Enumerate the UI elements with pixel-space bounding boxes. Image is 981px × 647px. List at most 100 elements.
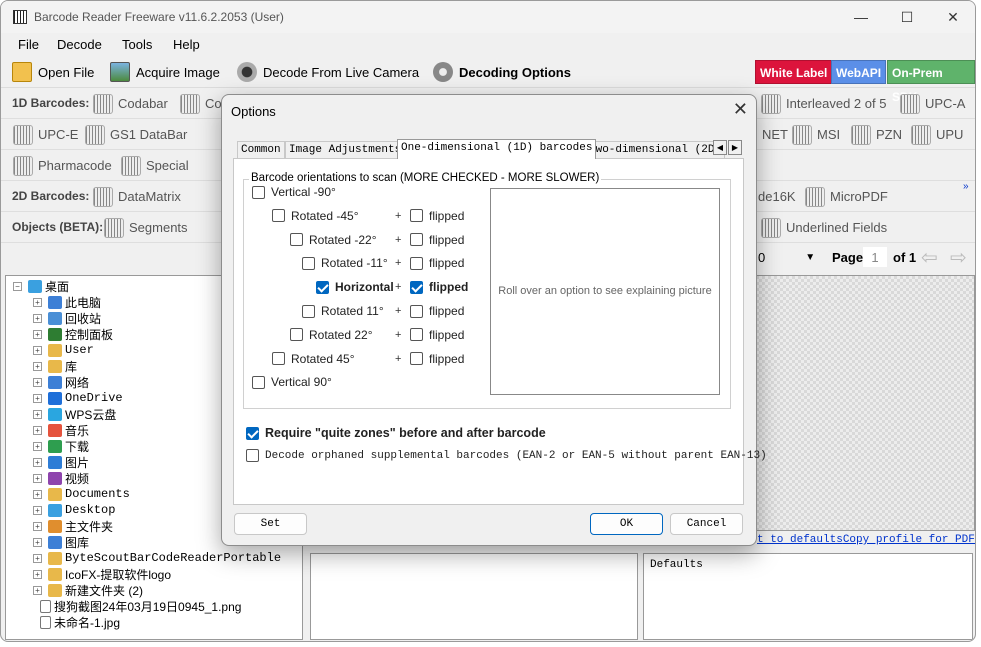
tree-node[interactable]: + WPS云盘 [33,406,116,422]
copy-profile-link[interactable]: Copy profile for PDF.cc [843,534,975,546]
tree-node-root[interactable]: − 桌面 [13,278,69,294]
tree-node[interactable]: + Documents [33,486,130,502]
tree-node[interactable]: + 新建文件夹 (2) [33,582,143,598]
menu-tools[interactable]: Tools [122,37,152,52]
expand-icon[interactable]: + [33,345,42,355]
more-chevron-icon[interactable]: » [963,181,969,192]
orientation-checkbox[interactable]: Rotated 22° [290,328,373,342]
barcode-code16k[interactable]: de16K [758,185,796,208]
tree-node[interactable]: + 库 [33,358,77,374]
orientation-checkbox[interactable]: Rotated -22° [290,233,377,247]
barcode-upu[interactable]: UPU [911,123,963,146]
menu-help[interactable]: Help [173,37,200,52]
tab-two-dimensional[interactable]: Two-dimensional (2D) [585,141,726,158]
expand-icon[interactable]: + [33,473,42,483]
orientation-checkbox[interactable]: Horizontal [316,280,394,294]
expand-icon[interactable]: + [33,569,42,579]
expand-icon[interactable]: + [33,521,42,531]
tree-node[interactable]: + 下载 [33,438,89,454]
expand-icon[interactable]: + [33,585,42,595]
flipped-checkbox[interactable]: flipped [410,256,464,270]
orientation-checkbox[interactable]: Rotated -11° [302,256,388,270]
barcode-pzn[interactable]: PZN [851,123,902,146]
orphaned-supplemental-checkbox[interactable]: Decode orphaned supplemental barcodes (E… [246,449,767,462]
flipped-checkbox[interactable]: flipped [410,209,464,223]
tree-node[interactable]: + IcoFX-提取软件logo [33,566,171,582]
webapi-button[interactable]: WebAPI [831,60,887,84]
expand-icon[interactable]: + [33,297,42,307]
minimize-button[interactable]: — [838,1,884,33]
barcode-gs1[interactable]: GS1 DataBar [85,123,187,146]
tab-scroll-left-icon[interactable]: ◀ [713,140,727,155]
menu-file[interactable]: File [18,37,39,52]
expand-icon[interactable]: + [33,537,42,547]
close-window-button[interactable]: ✕ [930,1,975,33]
flipped-checkbox[interactable]: flipped [410,304,464,318]
orientation-checkbox[interactable]: Vertical 90° [252,375,332,389]
tree-node[interactable]: + 此电脑 [33,294,101,310]
maximize-button[interactable]: ☐ [884,1,930,33]
object-segments[interactable]: Segments [104,216,188,239]
menu-decode[interactable]: Decode [57,37,102,52]
barcode-upce[interactable]: UPC-E [13,123,78,146]
expand-icon[interactable]: + [33,489,42,499]
ok-button[interactable]: OK [590,513,663,535]
barcode-interleaved[interactable]: Interleaved 2 of 5 [761,92,886,115]
expand-icon[interactable]: + [33,425,42,435]
expand-icon[interactable]: + [33,329,42,339]
tree-node[interactable]: + Desktop [33,502,115,518]
set-button[interactable]: Set [234,513,307,535]
white-label-button[interactable]: White Label [755,60,833,84]
prev-page-icon[interactable]: ⇦ [921,243,938,271]
tree-node[interactable]: 搜狗截图24年03月19日0945_1.png [40,598,241,614]
barcode-pharmacode[interactable]: Pharmacode [13,154,112,177]
decoding-options-button[interactable]: Decoding Options [433,60,571,84]
acquire-image-button[interactable]: Acquire Image [110,60,220,84]
dialog-close-icon[interactable]: ✕ [733,99,748,120]
expand-icon[interactable]: + [33,393,42,403]
expand-icon[interactable]: + [33,313,42,323]
barcode-upca[interactable]: UPC-A [900,92,965,115]
expand-icon[interactable]: + [33,457,42,467]
onprem-sdk-button[interactable]: On-Prem SDK [887,60,975,104]
zoom-select[interactable]: 0 ▼ [758,243,815,271]
flipped-checkbox[interactable]: flipped [410,233,464,247]
object-underlined-fields[interactable]: Underlined Fields [761,216,887,239]
reset-to-defaults-link[interactable]: t to defaults [757,534,843,546]
orientation-checkbox[interactable]: Rotated 45° [272,352,355,366]
tree-node[interactable]: + 图库 [33,534,89,550]
tree-node[interactable]: + 主文件夹 [33,518,113,534]
expand-icon[interactable]: + [33,441,42,451]
barcode-special[interactable]: Special [121,154,189,177]
tree-node[interactable]: + 网络 [33,374,89,390]
results-panel[interactable] [310,553,638,640]
tree-node[interactable]: + 回收站 [33,310,101,326]
tree-node[interactable]: + 视频 [33,470,89,486]
page-number-input[interactable]: 1 [863,247,887,267]
expand-icon[interactable]: + [33,361,42,371]
open-file-button[interactable]: Open File [12,60,94,84]
barcode-micropdf[interactable]: MicroPDF [805,185,888,208]
barcode-co[interactable]: Co [180,92,222,115]
barcode-datamatrix[interactable]: DataMatrix [93,185,181,208]
tree-node[interactable]: + 音乐 [33,422,89,438]
cancel-button[interactable]: Cancel [670,513,743,535]
tab-common[interactable]: Common [237,141,285,158]
flipped-checkbox[interactable]: flipped [410,352,464,366]
tree-node[interactable]: + OneDrive [33,390,123,406]
tab-scroll-right-icon[interactable]: ▶ [728,140,742,155]
expand-icon[interactable]: + [33,505,42,515]
expand-icon[interactable]: + [33,553,42,563]
tab-one-dimensional[interactable]: One-dimensional (1D) barcodes [397,139,597,159]
orientation-checkbox[interactable]: Rotated -45° [272,209,359,223]
flipped-checkbox[interactable]: flipped [410,280,468,294]
flipped-checkbox[interactable]: flipped [410,328,464,342]
tree-node[interactable]: + 图片 [33,454,89,470]
next-page-icon[interactable]: ⇨ [950,243,967,271]
orientation-checkbox[interactable]: Vertical -90° [252,185,336,199]
expand-icon[interactable]: + [33,409,42,419]
barcode-msi[interactable]: MSI [792,123,840,146]
tree-node[interactable]: + User [33,342,94,358]
tree-node[interactable]: 未命名-1.jpg [40,614,120,630]
orientation-checkbox[interactable]: Rotated 11° [302,304,384,318]
